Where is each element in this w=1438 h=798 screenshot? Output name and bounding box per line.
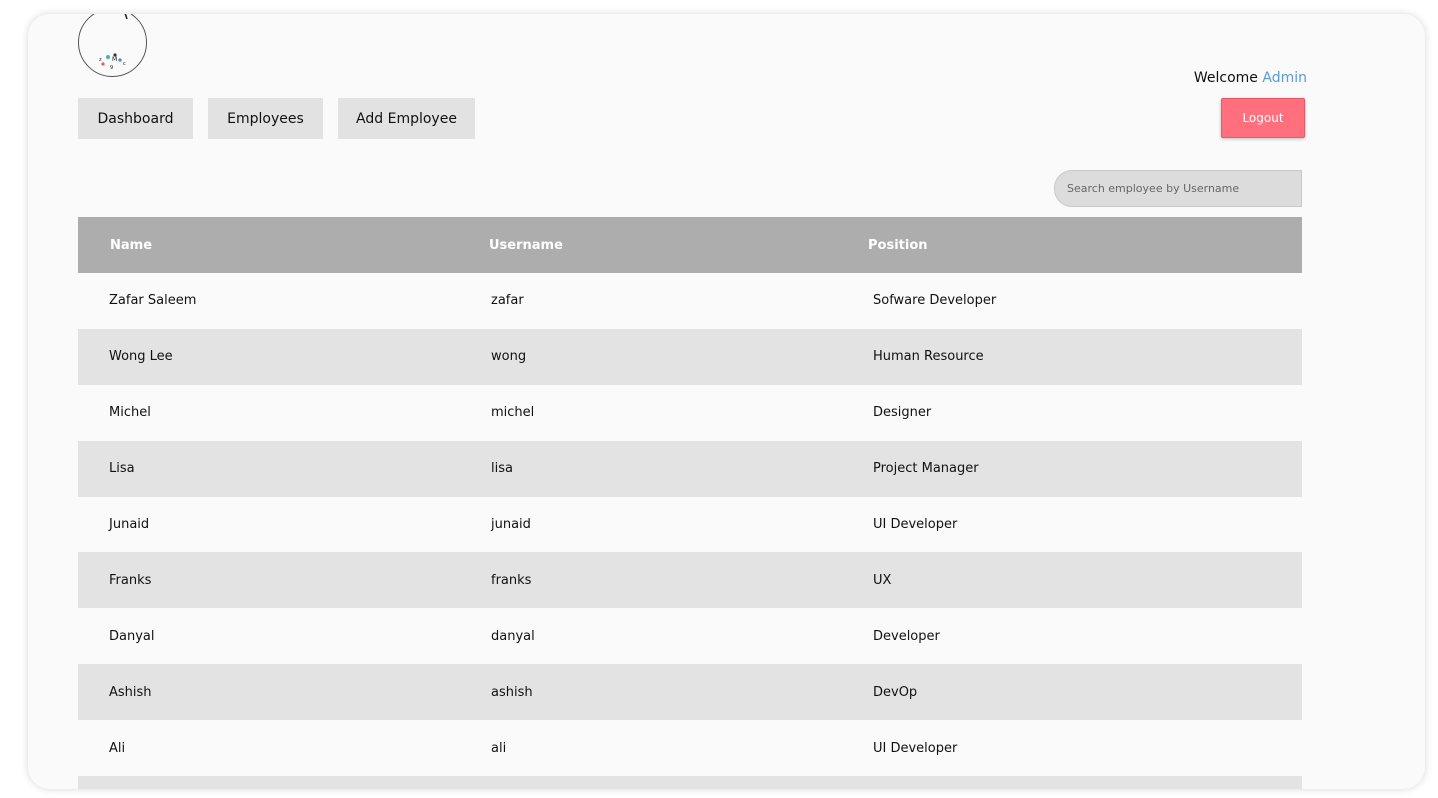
cell-username: zafar (491, 293, 524, 309)
svg-text:c: c (123, 61, 126, 67)
column-header-username[interactable]: Username (457, 238, 836, 253)
cell-name: Junaid (109, 517, 150, 532)
column-header-name[interactable]: Name (78, 238, 457, 253)
search-input[interactable] (1054, 170, 1302, 207)
cell-username: ali (491, 740, 507, 756)
cell-name: Lisa (109, 461, 135, 477)
cell-position: UI Developer (873, 517, 958, 532)
svg-text:z: z (99, 57, 102, 63)
table-header: Name Username Position (78, 217, 1302, 273)
cell-username: lisa (491, 461, 513, 477)
cell-username: junaid (491, 517, 531, 532)
cell-name: Ashish (109, 684, 152, 700)
employee-table: Name Username Position Zafar Saleem zafa… (78, 217, 1302, 789)
cell-username: danyal (491, 628, 535, 644)
cell-position: UI Developer (873, 740, 958, 756)
table-row[interactable]: Ali ali UI Developer (78, 720, 1302, 776)
welcome-text: Welcome (1193, 70, 1258, 86)
cell-position: UX (873, 572, 892, 588)
svg-text:9: 9 (110, 65, 113, 71)
employees-button[interactable]: Employees (208, 98, 323, 139)
add-employee-button[interactable]: Add Employee (338, 98, 475, 139)
table-row[interactable]: Junaid junaid UI Developer (78, 497, 1302, 553)
cell-position: Developer (873, 628, 940, 644)
logo-graphic-icon: M 9 z c (99, 14, 128, 71)
cell-position: DevOp (873, 684, 918, 700)
dashboard-button[interactable]: Dashboard (78, 98, 193, 139)
cell-position: Human Resource (873, 349, 984, 365)
cell-name: Wong Lee (109, 349, 173, 365)
cell-position: Designer (873, 405, 932, 421)
table-row[interactable]: Wong Lee wong Human Resource (78, 328, 1302, 385)
app-container: M 9 z c Welcome Admin Dashboard Employee… (28, 14, 1425, 789)
svg-text:M: M (112, 56, 117, 63)
cell-position: Project Manager (873, 461, 979, 477)
table-row[interactable]: Franks franks UX (78, 552, 1302, 609)
company-logo: M 9 z c (78, 14, 147, 77)
cell-username: michel (491, 405, 535, 421)
main-nav: Dashboard Employees Add Employee (78, 98, 475, 139)
table-row[interactable]: Lisa lisa Project Manager (78, 440, 1302, 497)
cell-name: Danyal (109, 628, 155, 644)
cell-name: Zafar Saleem (109, 293, 197, 309)
column-header-position[interactable]: Position (836, 238, 1302, 253)
table-row[interactable]: Zafar Saleem zafar Sofware Developer (78, 273, 1302, 329)
logout-button[interactable]: Logout (1221, 98, 1305, 138)
table-row[interactable] (78, 776, 1302, 789)
cell-username: wong (491, 349, 527, 365)
cell-username: franks (491, 572, 532, 588)
table-row[interactable]: Michel michel Designer (78, 385, 1302, 441)
cell-username: ashish (491, 684, 533, 700)
table-row[interactable]: Danyal danyal Developer (78, 608, 1302, 664)
welcome-message: Welcome Admin (1194, 70, 1307, 86)
cell-name: Michel (109, 405, 151, 421)
cell-name: Ali (109, 740, 126, 756)
current-user-name: Admin (1262, 70, 1307, 86)
table-row[interactable]: Ashish ashish DevOp (78, 664, 1302, 721)
cell-position: Sofware Developer (873, 293, 997, 309)
cell-name: Franks (109, 572, 152, 588)
